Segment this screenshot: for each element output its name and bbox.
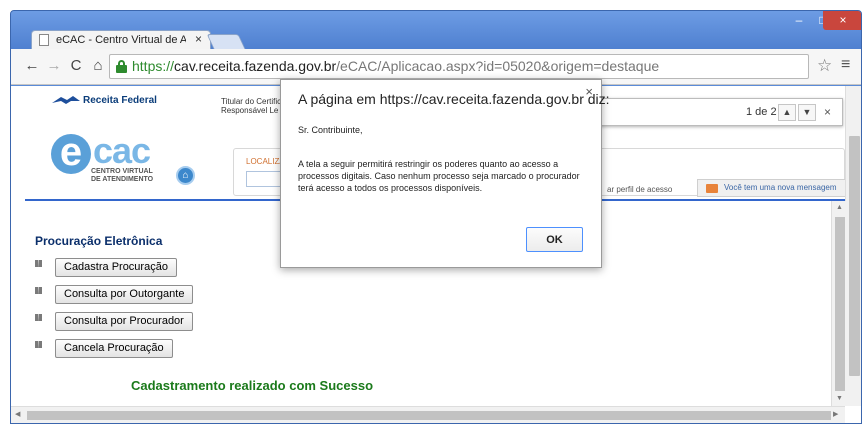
find-close-icon[interactable]: ×: [824, 105, 831, 119]
page-scrollbar-thumb[interactable]: [849, 136, 860, 376]
scroll-down-arrow-icon[interactable]: ▼: [836, 395, 843, 402]
titular-info: Titular do Certific Responsável Le: [221, 97, 281, 115]
consulta-procurador-button[interactable]: Consulta por Procurador: [55, 312, 193, 331]
cadastra-procuracao-button[interactable]: Cadastra Procuração: [55, 258, 177, 277]
home-icon[interactable]: ⌂: [89, 57, 107, 75]
url-text: https://cav.receita.fazenda.gov.br/eCAC/…: [132, 58, 660, 74]
content-scrollbar-thumb[interactable]: [835, 217, 845, 391]
back-arrow-icon[interactable]: ←: [23, 57, 41, 75]
ecac-subtitle-2: DE ATENDIMENTO: [91, 176, 154, 183]
find-previous-button[interactable]: ▲: [778, 104, 796, 121]
scroll-right-arrow-icon[interactable]: ▶: [833, 410, 838, 418]
ecac-home-icon[interactable]: ⌂: [176, 166, 195, 185]
alterar-perfil-link[interactable]: ar perfil de acesso: [607, 185, 672, 194]
dialog-ok-button[interactable]: OK: [526, 227, 583, 252]
horizontal-scrollbar-thumb[interactable]: [27, 411, 831, 420]
new-message-button[interactable]: Você tem uma nova mensagem: [697, 179, 851, 197]
find-next-button[interactable]: ▼: [798, 104, 816, 121]
horizontal-scrollbar[interactable]: ◀ ▶: [11, 406, 845, 423]
bullet-icon: [35, 341, 42, 348]
bookmark-star-icon[interactable]: ☆: [817, 56, 832, 76]
dialog-close-icon[interactable]: ×: [585, 84, 593, 99]
content-scrollbar[interactable]: ▲ ▼: [831, 201, 847, 406]
consulta-outorgante-button[interactable]: Consulta por Outorgante: [55, 285, 194, 304]
window-close-button[interactable]: ×: [823, 11, 861, 30]
tab-close-icon[interactable]: ×: [195, 32, 202, 46]
browser-window: eCAC - Centro Virtual de A × – □ × ← → C…: [0, 0, 862, 424]
new-message-label: Você tem uma nova mensagem: [724, 183, 837, 192]
ecac-logo: e cac CENTRO VIRTUAL DE ATENDIMENTO: [51, 130, 161, 185]
bullet-icon: [35, 260, 42, 267]
address-bar[interactable]: https://cav.receita.fazenda.gov.br/eCAC/…: [109, 54, 809, 79]
find-match-count: 1 de 2: [746, 106, 777, 118]
tab-ecac[interactable]: eCAC - Centro Virtual de A ×: [31, 30, 211, 49]
cancela-procuracao-button[interactable]: Cancela Procuração: [55, 339, 173, 358]
receita-bird-icon: [52, 96, 80, 105]
reload-icon[interactable]: C: [67, 57, 85, 75]
minimize-button[interactable]: –: [787, 11, 811, 30]
lock-icon: [116, 60, 127, 73]
titular-line-1: Titular do Certific: [221, 97, 282, 106]
new-tab-button[interactable]: [206, 34, 246, 49]
page-scrollbar[interactable]: [845, 86, 861, 406]
forward-arrow-icon[interactable]: →: [45, 57, 63, 75]
success-message: Cadastramento realizado com Sucesso: [131, 378, 374, 393]
ecac-logo-cac: cac: [93, 130, 151, 171]
find-bar: 1 de 2 ▲ ▼ ×: [591, 98, 843, 126]
bullet-icon: [35, 287, 42, 294]
mail-icon: [706, 184, 718, 193]
scroll-up-arrow-icon[interactable]: ▲: [836, 204, 843, 211]
alert-dialog: A página em https://cav.receita.fazenda.…: [280, 79, 610, 268]
section-title: Procuração Eletrônica: [35, 234, 163, 248]
ecac-logo-e: e: [51, 132, 91, 174]
tab-strip: eCAC - Centro Virtual de A × – □ ×: [11, 11, 861, 49]
chrome-menu-icon[interactable]: ≡: [841, 56, 850, 74]
receita-federal-logo: Receita Federal: [51, 95, 157, 106]
bullet-icon: [35, 314, 42, 321]
dialog-greeting: Sr. Contribuinte,: [298, 125, 363, 135]
dialog-message: A tela a seguir permitirá restringir os …: [298, 159, 580, 193]
ecac-subtitle-1: CENTRO VIRTUAL: [91, 168, 153, 175]
titular-line-2: Responsável Le: [221, 106, 279, 115]
dialog-title: A página em https://cav.receita.fazenda.…: [298, 91, 610, 107]
page-icon: [39, 34, 49, 46]
scroll-left-arrow-icon[interactable]: ◀: [15, 410, 20, 418]
tab-title: eCAC - Centro Virtual de A: [56, 34, 186, 46]
